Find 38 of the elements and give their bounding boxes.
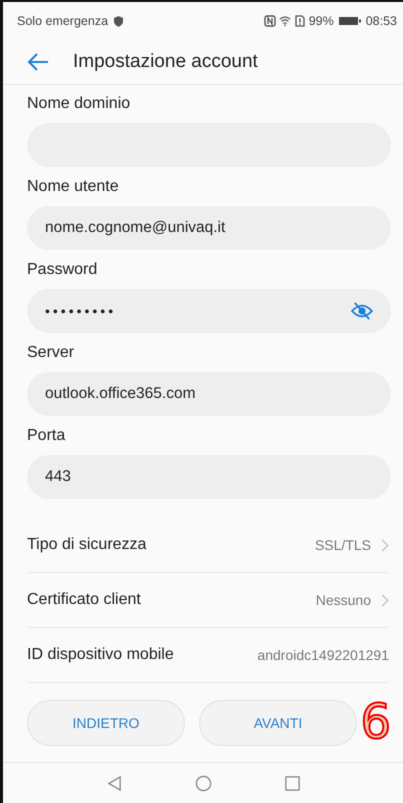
- field-label: Password: [27, 260, 98, 280]
- setting-value[interactable]: Nessuno: [316, 592, 371, 608]
- recents-nav-icon[interactable]: [284, 774, 300, 792]
- field-value: outlook.office365.com: [45, 385, 196, 403]
- clock-time: 08:53: [366, 14, 397, 28]
- battery-icon: [338, 16, 361, 26]
- back-arrow-icon[interactable]: [27, 53, 49, 71]
- nfc-icon: [264, 15, 276, 27]
- battery-percent: 99%: [308, 14, 334, 28]
- setting-label: Certificato client: [27, 591, 142, 609]
- setting-value[interactable]: SSL/TLS: [314, 537, 371, 553]
- chevron-right-icon[interactable]: [381, 538, 389, 552]
- field-value: nome.cognome@univaq.it: [45, 219, 226, 237]
- input-field[interactable]: 443: [27, 455, 391, 499]
- password-dots: •••••••••: [45, 303, 118, 319]
- input-field[interactable]: nome.cognome@univaq.it: [27, 206, 391, 250]
- home-nav-icon[interactable]: [194, 774, 212, 792]
- field-label: Nome dominio: [27, 94, 132, 114]
- field-label: Server: [27, 343, 76, 363]
- next-button[interactable]: AVANTI: [199, 700, 357, 746]
- back-button[interactable]: INDIETRO: [27, 700, 185, 746]
- chevron-right-icon[interactable]: [381, 594, 389, 606]
- setting-label: ID dispositivo mobile: [27, 646, 175, 664]
- screen-title: Impostazione account: [73, 51, 258, 73]
- eye-slash-icon[interactable]: [351, 302, 373, 320]
- field-value: 443: [45, 468, 71, 486]
- sim-icon: [294, 15, 306, 27]
- shield-icon: [114, 16, 124, 26]
- wifi-icon: [278, 15, 291, 27]
- step-number: 6: [360, 694, 391, 750]
- password-field[interactable]: •••••••••: [27, 289, 391, 333]
- input-field[interactable]: outlook.office365.com: [27, 372, 391, 416]
- back-nav-icon[interactable]: [106, 774, 122, 792]
- setting-label: Tipo di sicurezza: [27, 536, 148, 554]
- field-label: Nome utente: [27, 177, 120, 197]
- carrier-text: Solo emergenza: [17, 14, 108, 28]
- setting-value: androidc1492201291: [257, 647, 389, 663]
- field-label: Porta: [27, 426, 66, 446]
